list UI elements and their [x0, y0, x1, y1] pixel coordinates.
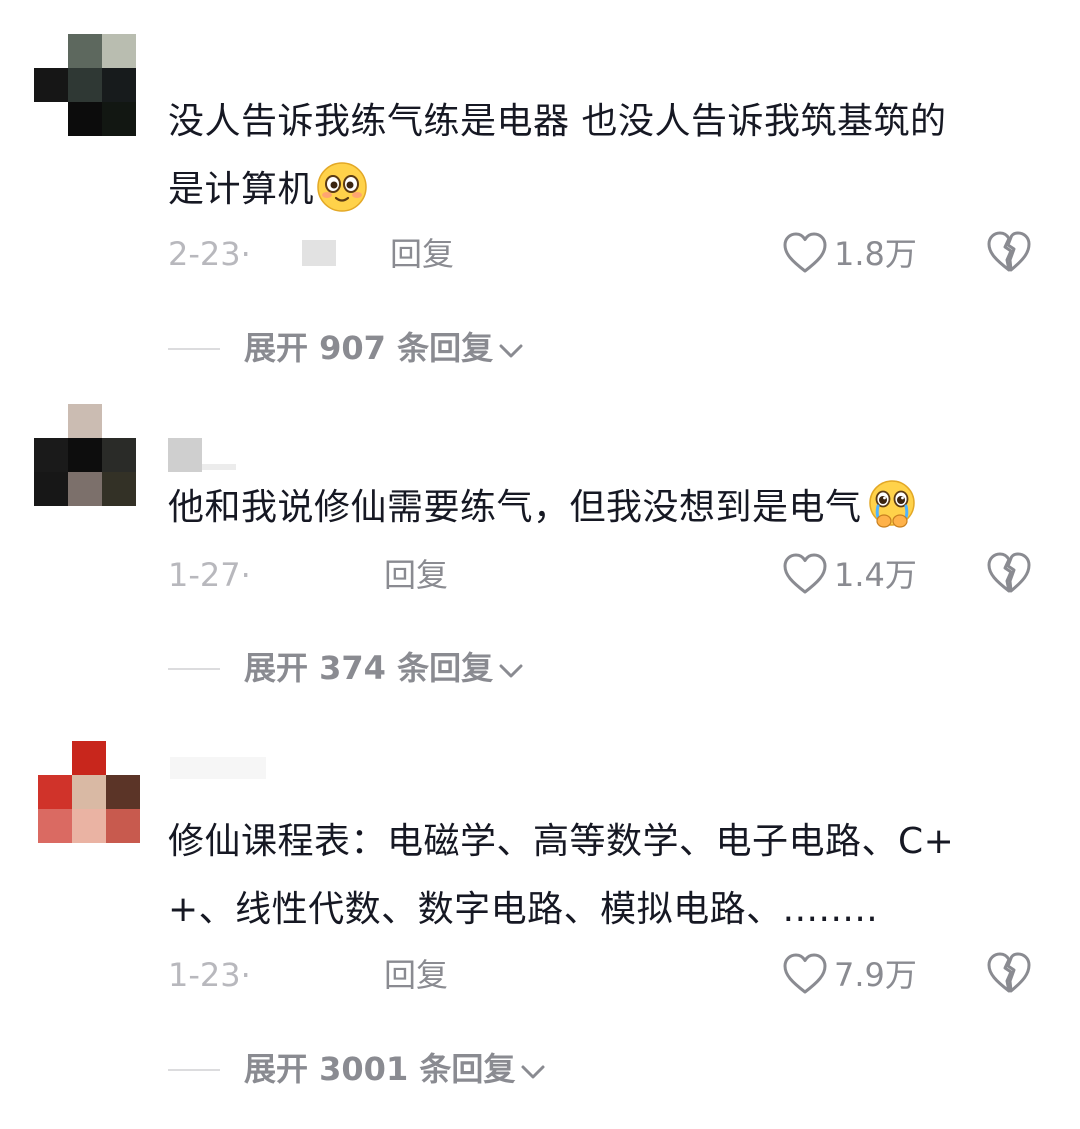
comment-text: 修仙课程表：电磁学、高等数学、电子电路、C+ +、线性代数、数字电路、模拟电路、… — [168, 808, 1048, 944]
comment-text-line: 他和我说修仙需要练气，但我没想到是电气 — [168, 474, 1048, 542]
avatar[interactable] — [34, 741, 140, 845]
like-count: 1.4万 — [834, 556, 917, 594]
comment-text-line: 没人告诉我练气练是电器 也没人告诉我筑基筑的 — [168, 101, 947, 142]
comment-text: 没人告诉我练气练是电器 也没人告诉我筑基筑的 是计算机 — [168, 88, 1048, 224]
divider — [168, 348, 220, 350]
comment-text-line: 是计算机 — [168, 156, 1048, 224]
username[interactable] — [168, 755, 268, 789]
broken-heart-icon — [986, 552, 1032, 600]
comment-text: 他和我说修仙需要练气，但我没想到是电气 — [168, 474, 1048, 542]
location-tag — [302, 240, 336, 266]
dislike-button[interactable] — [986, 550, 1036, 600]
broken-heart-icon — [986, 231, 1032, 279]
expand-replies-label: 展开 3001 条回复 — [244, 1050, 516, 1088]
comment-meta: 1-27· 回复 1.4万 — [168, 550, 1048, 600]
reply-button[interactable]: 回复 — [384, 553, 448, 597]
expand-replies-label: 展开 907 条回复 — [244, 329, 494, 367]
chevron-down-icon — [497, 648, 525, 692]
comment-date: 1-23· — [168, 956, 251, 994]
avatar[interactable] — [34, 34, 138, 138]
expand-replies-label: 展开 374 条回复 — [244, 649, 494, 687]
comment-meta: 2-23· 回复 1.8万 — [168, 229, 1048, 279]
happy-face-emoji — [316, 161, 368, 213]
reply-button[interactable]: 回复 — [384, 953, 448, 997]
dislike-button[interactable] — [986, 950, 1036, 1000]
chevron-down-icon — [497, 328, 525, 372]
chevron-down-icon — [519, 1049, 547, 1093]
avatar[interactable] — [34, 404, 138, 508]
comment-meta: 1-23· 回复 7.9万 — [168, 950, 1048, 1000]
comment-date: 1-27· — [168, 556, 251, 594]
divider — [168, 1069, 220, 1071]
like-count: 1.8万 — [834, 235, 917, 273]
divider — [168, 668, 220, 670]
username[interactable] — [168, 438, 238, 472]
reply-button[interactable]: 回复 — [390, 232, 454, 276]
like-count: 7.9万 — [834, 956, 917, 994]
comment-date: 2-23· — [168, 235, 251, 273]
broken-heart-icon — [986, 952, 1032, 1000]
comment-text-line: +、线性代数、数字电路、模拟电路、........ — [168, 889, 879, 930]
crying-face-emoji — [864, 479, 916, 531]
dislike-button[interactable] — [986, 229, 1036, 279]
comment-text-line: 修仙课程表：电磁学、高等数学、电子电路、C+ — [168, 821, 955, 862]
